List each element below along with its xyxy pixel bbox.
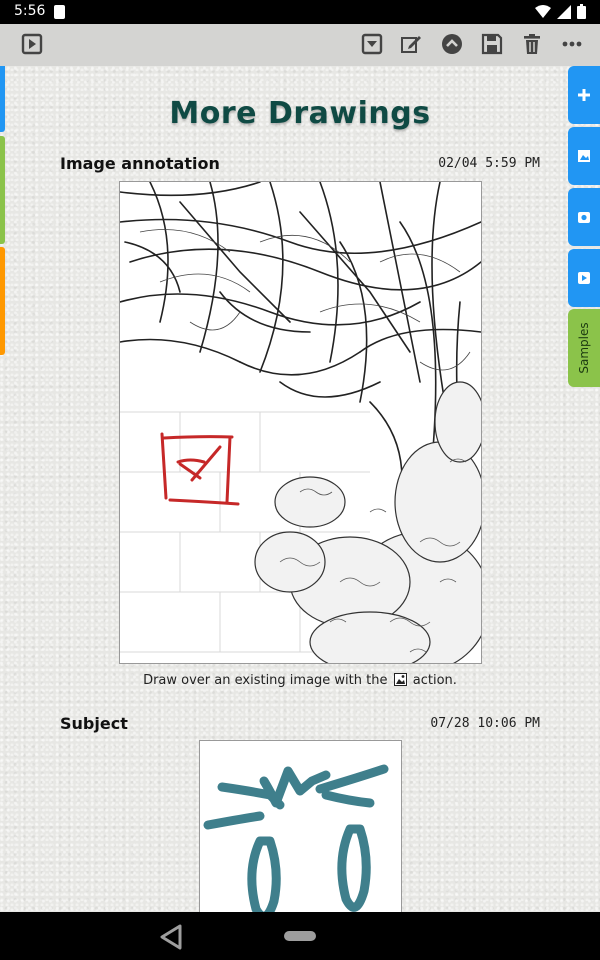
notebook-page: More Drawings Image annotation 02/04 5:5… xyxy=(0,66,600,912)
sd-card-icon xyxy=(54,5,65,19)
delete-icon[interactable] xyxy=(520,32,544,56)
wifi-icon xyxy=(535,4,551,18)
home-button[interactable] xyxy=(284,931,316,941)
tree-sketch xyxy=(120,182,481,663)
note-title: Subject xyxy=(60,714,128,733)
signal-icon xyxy=(557,4,571,19)
slideshow-icon[interactable] xyxy=(20,32,44,56)
note-title: Image annotation xyxy=(60,154,220,173)
back-icon[interactable] xyxy=(158,924,184,950)
plus-icon xyxy=(578,89,590,101)
status-bar: 5:56 xyxy=(0,0,600,24)
collapse-icon[interactable] xyxy=(360,32,384,56)
toolbar xyxy=(0,24,600,67)
face-sketch xyxy=(203,764,389,912)
edit-icon[interactable] xyxy=(399,32,423,56)
image-icon xyxy=(393,673,407,686)
camera-tab[interactable] xyxy=(568,188,600,246)
note-timestamp: 07/28 10:06 PM xyxy=(430,716,540,731)
play-icon xyxy=(578,272,590,284)
note-timestamp: 02/04 5:59 PM xyxy=(438,156,540,171)
page-title: More Drawings xyxy=(169,96,431,131)
note-header[interactable]: Image annotation 02/04 5:59 PM xyxy=(60,154,540,176)
navigation-bar xyxy=(0,912,600,960)
caption-text: Draw over an existing image with the xyxy=(143,673,388,688)
samples-tab-label: Samples xyxy=(577,322,591,374)
left-tab-orange[interactable] xyxy=(0,247,5,355)
note-caption: Draw over an existing image with the act… xyxy=(0,673,600,688)
image-tab[interactable] xyxy=(568,127,600,185)
caption-text: action. xyxy=(412,673,457,688)
image-add-icon xyxy=(578,150,590,162)
clock: 5:56 xyxy=(14,3,46,19)
battery-icon xyxy=(577,4,586,19)
drawing-image[interactable] xyxy=(199,740,402,912)
scroll-up-icon[interactable] xyxy=(440,32,464,56)
camera-icon xyxy=(578,212,590,223)
left-tab-green[interactable] xyxy=(0,136,5,244)
video-tab[interactable] xyxy=(568,249,600,307)
annotated-image[interactable] xyxy=(119,181,482,664)
note-header[interactable]: Subject 07/28 10:06 PM xyxy=(60,714,540,736)
add-note-tab[interactable] xyxy=(568,66,600,124)
left-tab-blue[interactable] xyxy=(0,66,5,132)
samples-tab[interactable]: Samples xyxy=(568,309,600,387)
save-icon[interactable] xyxy=(480,32,504,56)
overflow-menu-icon[interactable] xyxy=(560,32,584,56)
